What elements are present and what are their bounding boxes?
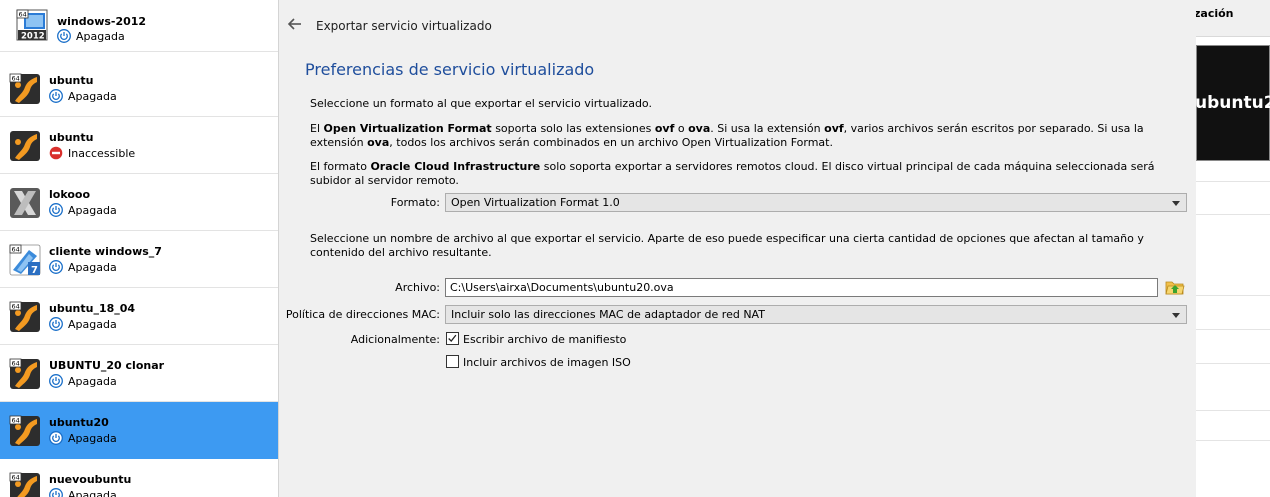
manifest-checkbox[interactable] [446,332,459,345]
vm-state-text: Apagada [68,432,117,445]
ubuntu-os-icon: 64 [9,472,40,497]
divider [1196,295,1270,296]
year-badge: 2012 [21,32,45,42]
divider [1196,410,1270,411]
bits-badge: 64 [12,417,20,425]
vm-state-text: Apagada [68,204,117,217]
format-intro-text: Seleccione un formato al que exportar el… [310,97,652,110]
vm-name: UBUNTU_20 clonar [49,359,165,372]
power-off-icon [49,488,63,497]
folder-open-icon[interactable] [1165,277,1185,297]
divider [1196,214,1270,215]
checkmark-icon [448,334,457,342]
vm-list-item-ubuntu20[interactable]: 64 ubuntu20 Apagada [0,402,278,459]
vm-name: ubuntu_18_04 [49,302,136,315]
page-title: Preferencias de servicio virtualizado [305,60,595,79]
file-path-field[interactable] [445,278,1158,297]
format-select[interactable]: Open Virtualization Format 1.0 [445,193,1187,212]
divider [1196,440,1270,441]
vm-list-item-ubuntu[interactable]: 64 ubuntu Apagada [0,60,278,117]
vm-list-item-ubuntu-inaccessible[interactable]: ubuntu Inaccessible [0,117,278,174]
bits-badge: 64 [12,360,20,368]
ubuntu-os-icon: 64 [9,301,40,332]
bits-badge: 64 [12,75,20,83]
vm-name: ubuntu [49,74,94,87]
vm-name: ubuntu [49,131,94,144]
back-arrow-icon[interactable] [286,15,304,33]
mac-policy-label: Política de direcciones MAC: [285,308,440,321]
vm-state-text: Apagada [76,30,125,43]
vm-name: cliente windows_7 [49,245,162,258]
windows-7-os-icon: 64 7 [9,244,41,276]
power-off-icon [49,89,63,103]
power-off-icon [49,374,63,388]
vm-list-item-windows-2012[interactable]: 64 2012 windows-2012 Apagada [0,0,278,52]
vm-state-text: Inaccessible [68,147,136,160]
format-select-value: Open Virtualization Format 1.0 [451,196,620,209]
macos-x-icon [10,188,40,218]
manifest-checkbox-label[interactable]: Escribir archivo de manifiesto [463,333,626,346]
power-off-icon [49,260,63,274]
power-off-icon [49,431,63,445]
chevron-down-icon [1172,313,1180,318]
power-off-icon [49,317,63,331]
divider [1196,329,1270,330]
vm-state-text: Apagada [68,375,117,388]
inaccessible-icon [49,146,63,160]
power-off-icon [57,29,71,43]
vm-name: lokooo [49,188,91,201]
bits-badge: 64 [12,246,20,254]
ubuntu-os-icon: 64 [9,415,40,446]
ubuntu-os-icon: 64 [9,358,40,389]
vm-state-text: Apagada [68,90,117,103]
chevron-down-icon [1172,201,1180,206]
details-toolbar-label: zación [1194,7,1234,20]
wizard-title: Exportar servicio virtualizado [316,19,492,33]
vm-list-item-lokooo[interactable]: lokooo Apagada [0,174,278,231]
vm-list-item-nuevoubuntu[interactable]: 64 nuevoubuntu Apagada [0,459,278,497]
vm-list-item-cliente-windows-7[interactable]: 64 7 cliente windows_7 Apagada [0,231,278,288]
windows-2012-os-icon: 64 2012 [16,9,48,41]
file-label: Archivo: [395,281,440,294]
vm-name: windows-2012 [57,15,147,28]
vm-state-text: Apagada [68,261,117,274]
divider [1196,363,1270,364]
additional-label: Adicionalmente: [350,333,440,346]
oci-description: El formato Oracle Cloud Infrastructure s… [310,160,1155,187]
file-intro-text: Seleccione un nombre de archivo al que e… [310,232,1144,259]
format-label: Formato: [390,196,440,209]
win7-badge: 7 [31,265,38,276]
bits-badge: 64 [12,303,20,311]
iso-checkbox-label[interactable]: Incluir archivos de imagen ISO [463,356,631,369]
mac-policy-select[interactable]: Incluir solo las direcciones MAC de adap… [445,305,1187,324]
ovf-description: El Open Virtualization Format soporta so… [310,122,1144,149]
vm-name: ubuntu20 [49,416,109,429]
vm-list: 64 2012 windows-2012 Apagada 64 ubuntu A… [0,0,279,497]
iso-checkbox[interactable] [446,355,459,368]
vm-list-item-ubuntu-18-04[interactable]: 64 ubuntu_18_04 Apagada [0,288,278,345]
file-path-input[interactable] [446,279,1157,296]
bits-badge: 64 [12,474,20,482]
divider [1196,181,1270,182]
vm-name: nuevoubuntu [49,473,132,486]
vm-state-text: Apagada [68,489,117,497]
mac-policy-value: Incluir solo las direcciones MAC de adap… [451,308,765,321]
bits-badge: 64 [19,11,27,19]
vm-list-item-ubuntu-20-clonar[interactable]: 64 UBUNTU_20 clonar Apagada [0,345,278,402]
vm-preview-label: ubuntu20 [1195,93,1270,113]
vm-state-text: Apagada [68,318,117,331]
power-off-icon [49,203,63,217]
export-wizard-dialog: Exportar servicio virtualizado Preferenc… [280,0,1196,497]
ubuntu-os-icon: 64 [9,73,40,104]
ubuntu-os-icon [10,131,40,161]
